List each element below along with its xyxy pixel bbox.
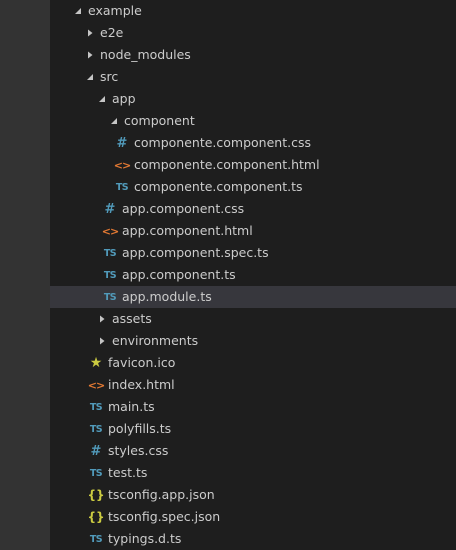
file-label: favicon.ico <box>108 355 176 370</box>
file-tree: example e2e node_modules src app compone… <box>50 0 456 550</box>
folder-app[interactable]: app <box>50 88 456 110</box>
file-test-ts[interactable]: TS test.ts <box>50 462 456 484</box>
folder-label: environments <box>112 333 199 348</box>
css-file-icon: # <box>104 201 116 217</box>
folder-src[interactable]: src <box>50 66 456 88</box>
folder-assets[interactable]: assets <box>50 308 456 330</box>
typescript-file-icon: TS <box>103 247 117 259</box>
file-label: typings.d.ts <box>108 531 182 546</box>
chevron-down-icon[interactable] <box>84 66 96 88</box>
file-label: styles.css <box>108 443 169 458</box>
file-componente-component-html[interactable]: <> componente.component.html <box>50 154 456 176</box>
typescript-file-icon: TS <box>115 181 129 193</box>
json-file-icon: {} <box>87 488 105 502</box>
folder-label: e2e <box>100 25 124 40</box>
file-label: app.component.css <box>122 201 245 216</box>
file-styles-css[interactable]: # styles.css <box>50 440 456 462</box>
folder-label: assets <box>112 311 152 326</box>
folder-node-modules[interactable]: node_modules <box>50 44 456 66</box>
typescript-file-icon: TS <box>89 423 103 435</box>
file-label: app.component.spec.ts <box>122 245 269 260</box>
file-label: test.ts <box>108 465 148 480</box>
folder-label: example <box>88 3 142 18</box>
folder-label: component <box>124 113 195 128</box>
file-explorer: example e2e node_modules src app compone… <box>0 0 456 550</box>
folder-label: node_modules <box>100 47 191 62</box>
html-file-icon: <> <box>101 224 119 238</box>
file-favicon-ico[interactable]: ★ favicon.ico <box>50 352 456 374</box>
file-main-ts[interactable]: TS main.ts <box>50 396 456 418</box>
file-label: index.html <box>108 377 175 392</box>
folder-example[interactable]: example <box>50 0 456 22</box>
json-file-icon: {} <box>87 510 105 524</box>
folder-environments[interactable]: environments <box>50 330 456 352</box>
file-label: componente.component.ts <box>134 179 303 194</box>
css-file-icon: # <box>116 135 128 151</box>
typescript-file-icon: TS <box>89 467 103 479</box>
folder-component[interactable]: component <box>50 110 456 132</box>
chevron-right-icon[interactable] <box>84 22 96 44</box>
typescript-file-icon: TS <box>89 401 103 413</box>
file-typings-d-ts[interactable]: TS typings.d.ts <box>50 528 456 550</box>
folder-label: app <box>112 91 136 106</box>
chevron-down-icon[interactable] <box>108 110 120 132</box>
file-label: componente.component.html <box>134 157 320 172</box>
file-componente-component-ts[interactable]: TS componente.component.ts <box>50 176 456 198</box>
typescript-file-icon: TS <box>89 533 103 545</box>
chevron-right-icon[interactable] <box>84 44 96 66</box>
star-icon: ★ <box>89 355 103 371</box>
file-tsconfig-spec-json[interactable]: {} tsconfig.spec.json <box>50 506 456 528</box>
chevron-right-icon[interactable] <box>96 308 108 330</box>
typescript-file-icon: TS <box>103 269 117 281</box>
file-componente-component-css[interactable]: # componente.component.css <box>50 132 456 154</box>
file-label: tsconfig.spec.json <box>108 509 221 524</box>
file-app-component-css[interactable]: # app.component.css <box>50 198 456 220</box>
html-file-icon: <> <box>113 158 131 172</box>
file-label: app.component.ts <box>122 267 236 282</box>
chevron-right-icon[interactable] <box>96 330 108 352</box>
file-label: main.ts <box>108 399 155 414</box>
file-label: tsconfig.app.json <box>108 487 215 502</box>
file-tsconfig-app-json[interactable]: {} tsconfig.app.json <box>50 484 456 506</box>
activity-bar <box>0 0 50 550</box>
file-polyfills-ts[interactable]: TS polyfills.ts <box>50 418 456 440</box>
typescript-file-icon: TS <box>103 291 117 303</box>
file-app-component-ts[interactable]: TS app.component.ts <box>50 264 456 286</box>
folder-label: src <box>100 69 119 84</box>
folder-e2e[interactable]: e2e <box>50 22 456 44</box>
chevron-down-icon[interactable] <box>72 0 84 22</box>
file-label: app.component.html <box>122 223 253 238</box>
file-app-component-html[interactable]: <> app.component.html <box>50 220 456 242</box>
file-label: app.module.ts <box>122 289 212 304</box>
file-index-html[interactable]: <> index.html <box>50 374 456 396</box>
file-app-module-ts[interactable]: TS app.module.ts <box>50 286 456 308</box>
file-app-component-spec-ts[interactable]: TS app.component.spec.ts <box>50 242 456 264</box>
chevron-down-icon[interactable] <box>96 88 108 110</box>
html-file-icon: <> <box>87 378 105 392</box>
file-label: polyfills.ts <box>108 421 172 436</box>
css-file-icon: # <box>90 443 102 459</box>
file-label: componente.component.css <box>134 135 311 150</box>
